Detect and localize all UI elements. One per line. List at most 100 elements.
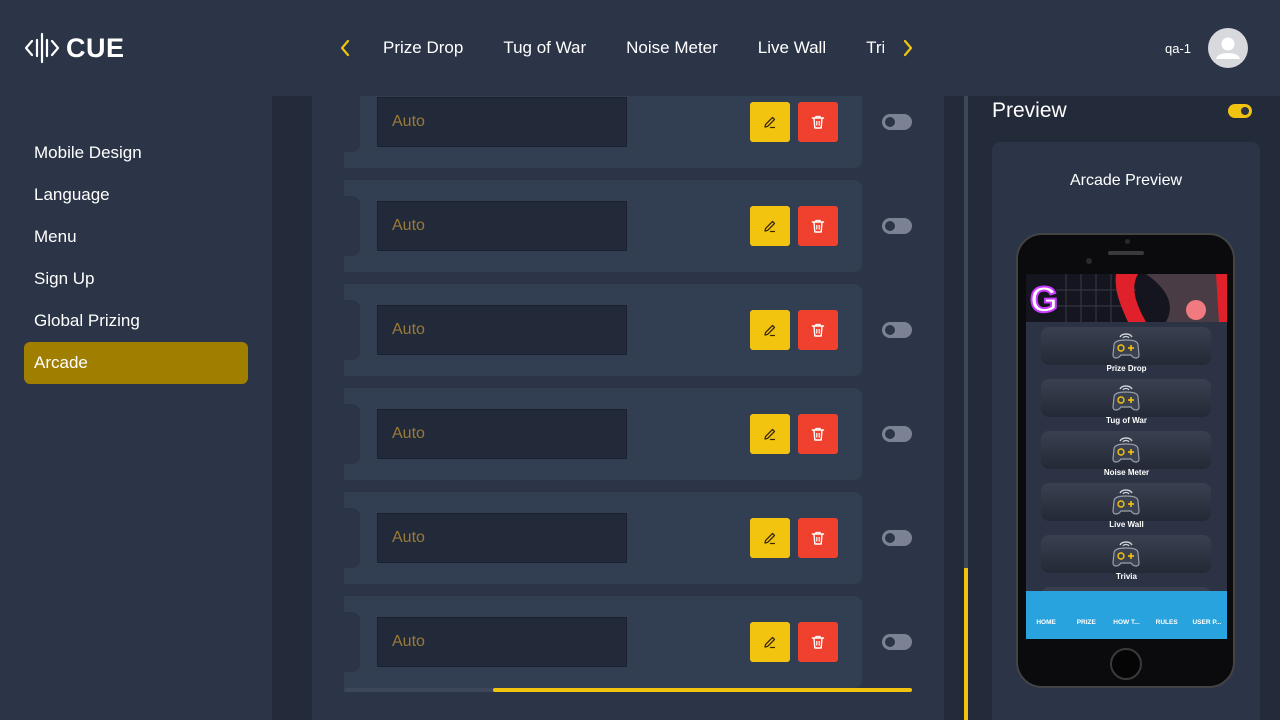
phone-home-button — [1110, 648, 1142, 680]
row-toggle[interactable] — [882, 426, 912, 442]
preview-game-label: Trivia — [1116, 572, 1137, 581]
row-toggle[interactable] — [882, 322, 912, 338]
phone-tab-rules[interactable]: RULES — [1149, 619, 1185, 626]
game-tabs: Prize Drop Tug of War Noise Meter Live Wall… — [362, 36, 884, 62]
top-header: CUE Prize Drop Tug of War Noise Meter Live … — [0, 0, 1280, 96]
edit-button[interactable] — [750, 206, 790, 246]
phone-tab-home[interactable]: HOME — [1028, 619, 1064, 626]
preview-game-label: Tug of War — [1106, 416, 1147, 425]
auto-input[interactable] — [377, 97, 627, 147]
row-notch — [344, 508, 360, 568]
trash-icon — [811, 115, 825, 129]
preview-game-item[interactable] — [1041, 535, 1211, 573]
pencil-icon — [764, 324, 776, 337]
gamepad-icon — [1112, 489, 1140, 515]
phone-camera — [1125, 239, 1130, 244]
user-name[interactable]: qa-1 — [1165, 41, 1191, 56]
delete-button[interactable] — [798, 310, 838, 350]
pencil-icon — [764, 116, 776, 129]
cue-logo[interactable]: CUE — [24, 30, 125, 66]
delete-button[interactable] — [798, 622, 838, 662]
svg-text:G: G — [1030, 279, 1058, 320]
delete-button[interactable] — [798, 206, 838, 246]
phone-mockup: G Prize Drop Tug of War Noise Meter Live Wa… — [1016, 233, 1235, 688]
sidebar-item-mobile-design[interactable]: Mobile Design — [24, 132, 248, 174]
vertical-scrollbar-thumb[interactable] — [964, 568, 968, 720]
pencil-icon — [764, 220, 776, 233]
phone-screen: G Prize Drop Tug of War Noise Meter Live Wa… — [1026, 274, 1227, 639]
sidebar-item-global-prizing[interactable]: Global Prizing — [24, 300, 248, 342]
row-toggle[interactable] — [882, 114, 912, 130]
arcade-hero-banner: G — [1026, 274, 1227, 322]
preview-game-item[interactable] — [1041, 431, 1211, 469]
sidebar: Mobile Design Language Menu Sign Up Glob… — [0, 96, 272, 720]
auto-input[interactable] — [377, 617, 627, 667]
row-notch — [344, 612, 360, 672]
pencil-icon — [764, 532, 776, 545]
trash-icon — [811, 531, 825, 545]
hero-graphic: G — [1026, 274, 1227, 322]
trash-icon — [811, 219, 825, 233]
preview-game-label: Prize Drop — [1106, 364, 1147, 373]
logo-text: CUE — [66, 32, 125, 63]
tab-live-wall[interactable]: Live Wall — [758, 36, 826, 60]
sidebar-item-sign-up[interactable]: Sign Up — [24, 258, 248, 300]
edit-button[interactable] — [750, 310, 790, 350]
preview-card-title: Arcade Preview — [1069, 172, 1183, 189]
phone-sensor — [1086, 258, 1092, 264]
chevron-right-icon — [903, 39, 913, 57]
phone-speaker — [1108, 251, 1144, 255]
sidebar-item-language[interactable]: Language — [24, 174, 248, 216]
trash-icon — [811, 635, 825, 649]
tab-trivia[interactable]: Trivia — [866, 36, 884, 60]
horizontal-scrollbar-thumb[interactable] — [493, 688, 912, 692]
preview-game-item[interactable] — [1041, 379, 1211, 417]
preview-game-label: Live Wall — [1109, 520, 1144, 529]
phone-tab-prize[interactable]: PRIZE — [1068, 619, 1104, 626]
auto-input[interactable] — [377, 201, 627, 251]
edit-button[interactable] — [750, 102, 790, 142]
phone-tab-how-to[interactable]: HOW T... — [1108, 619, 1144, 626]
delete-button[interactable] — [798, 414, 838, 454]
auto-input[interactable] — [377, 513, 627, 563]
row-notch — [344, 96, 360, 152]
edit-button[interactable] — [750, 414, 790, 454]
tab-noise-meter[interactable]: Noise Meter — [626, 36, 718, 60]
delete-button[interactable] — [798, 518, 838, 558]
user-avatar-icon — [1216, 37, 1240, 59]
phone-tab-user-profile[interactable]: USER P... — [1189, 619, 1225, 626]
row-notch — [344, 196, 360, 256]
preview-game-item[interactable] — [1041, 483, 1211, 521]
avatar[interactable] — [1208, 28, 1248, 68]
delete-button[interactable] — [798, 102, 838, 142]
chevron-left-icon — [340, 39, 350, 57]
tabs-prev-button[interactable] — [333, 36, 357, 60]
tab-prize-drop[interactable]: Prize Drop — [383, 36, 463, 60]
edit-button[interactable] — [750, 622, 790, 662]
arcade-settings-panel — [312, 96, 944, 720]
gamepad-icon — [1112, 437, 1140, 463]
edit-button[interactable] — [750, 518, 790, 558]
trash-icon — [811, 427, 825, 441]
row-notch — [344, 404, 360, 464]
pencil-icon — [764, 636, 776, 649]
row-toggle[interactable] — [882, 634, 912, 650]
tab-tug-of-war[interactable]: Tug of War — [503, 36, 586, 60]
sidebar-item-menu[interactable]: Menu — [24, 216, 248, 258]
tabs-next-button[interactable] — [896, 36, 920, 60]
sidebar-item-arcade[interactable]: Arcade — [24, 342, 248, 384]
preview-toggle[interactable] — [1228, 104, 1252, 118]
pencil-icon — [764, 428, 776, 441]
auto-input[interactable] — [377, 409, 627, 459]
preview-game-item[interactable] — [1041, 327, 1211, 365]
preview-title: Preview — [992, 99, 1067, 122]
trash-icon — [811, 323, 825, 337]
row-toggle[interactable] — [882, 530, 912, 546]
auto-input[interactable] — [377, 305, 627, 355]
row-notch — [344, 300, 360, 360]
phone-tabbar: HOME PRIZE HOW T... RULES USER P... — [1026, 591, 1227, 639]
gamepad-icon — [1112, 541, 1140, 567]
gamepad-icon — [1112, 333, 1140, 359]
row-toggle[interactable] — [882, 218, 912, 234]
gamepad-icon — [1112, 385, 1140, 411]
